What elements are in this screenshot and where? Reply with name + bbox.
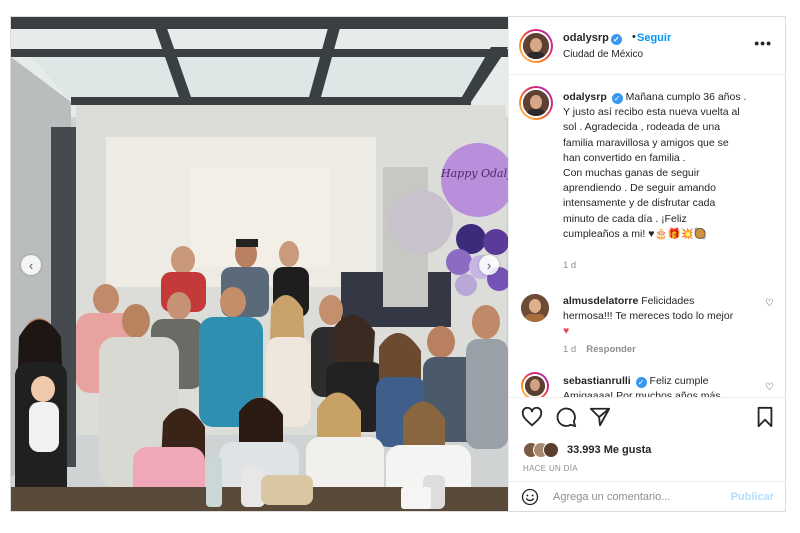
add-comment-bar: Publicar [509,481,786,511]
post-location[interactable]: Ciudad de México [563,49,643,60]
caption-line: intensamente y de disfrutar cada [563,197,716,210]
emoji-icon[interactable] [521,488,539,506]
liker-avatar [543,442,559,458]
avatar-image [523,33,549,59]
publish-button[interactable]: Publicar [731,491,774,503]
caption-line: familia maravillosa y amigos que se [563,136,729,149]
follow-button[interactable]: Seguir [637,32,671,44]
comment-meta: 1 d Responder [563,344,636,355]
bookmark-icon[interactable] [754,406,776,428]
caption-line: Con muchas ganas de seguir [563,167,700,180]
avatar-image [523,90,549,116]
author-username-text[interactable]: odalysrp [563,32,609,44]
comment-line: Feliz cumple [649,375,709,387]
share-icon[interactable] [589,406,611,428]
author-username[interactable]: odalysrp ✓ [563,32,622,45]
heart-icon[interactable] [521,406,543,428]
comment-line: Amigaaaa! Por muchos años más [563,390,721,397]
comment-item: almusdelatorre Felicidades hermosa!!! Te… [563,294,759,339]
verified-badge-icon: ✓ [635,377,647,388]
more-options-icon[interactable]: ••• [754,35,772,51]
comment-icon[interactable] [555,406,577,428]
post-header: odalysrp ✓ • Seguir Ciudad de México ••• [509,17,786,75]
caption-line: han convertido en familia . [563,151,686,164]
caption-line: Mañana cumplo 36 años . [625,91,747,103]
comment-like-heart-icon[interactable]: ♡ [765,298,774,309]
caption-line: Y justo así recibo esta nueva vuelta al [563,106,740,119]
caption-line: aprendiendo . De seguir amando [563,182,716,195]
family-photo-illustration: Happy Odalys [11,17,508,511]
comment-username[interactable]: sebastianrulli [563,375,631,387]
caption-username[interactable]: odalysrp [563,91,607,103]
commenter-avatar[interactable] [521,372,549,397]
caption-timestamp: 1 d [563,260,576,271]
post-side-panel: odalysrp ✓ • Seguir Ciudad de México ••• … [508,17,786,511]
caption-line: cumpleaños a mi! ♥🎂🎁💥🥘 [563,227,707,240]
avatar-image [525,376,545,396]
caption-line: sol . Agradecida , rodeada de una [563,121,721,134]
comment-item: sebastianrulli ✓ Feliz cumple Amigaaaa! … [563,374,759,397]
avatar-image [521,294,549,322]
caption-line: minuto de cada día . ¡Feliz [563,212,687,225]
post-time-ago: HACE UN DÍA [523,464,578,473]
commenter-avatar[interactable] [521,294,549,322]
likes-count[interactable]: 33.993 Me gusta [567,444,651,456]
comment-line: hermosa!!! Te mereces todo lo mejor [563,310,734,322]
comment-line: ♥ [563,325,570,337]
balloon-text: Happy Odalys [440,167,508,180]
comments-section[interactable]: odalysrp ✓ Mañana cumplo 36 años . Y jus… [509,76,786,397]
verified-badge-icon: ✓ [611,93,623,104]
caption-time: 1 d [563,260,577,271]
post-photo[interactable]: Happy Odalys [11,17,508,511]
separator-dot: • [632,31,636,43]
comment-line: Felicidades [641,295,695,307]
chevron-left-icon[interactable]: ‹ [21,255,41,275]
caption-avatar[interactable] [519,86,553,120]
post-modal: Happy Odalys [10,16,786,512]
post-caption: odalysrp ✓ Mañana cumplo 36 años . Y jus… [563,90,773,242]
comment-time: 1 d [563,344,577,355]
author-avatar[interactable] [519,29,553,63]
comment-username[interactable]: almusdelatorre [563,295,638,307]
verified-badge-icon: ✓ [610,34,622,45]
comment-input[interactable] [553,488,723,506]
reply-button[interactable]: Responder [586,344,636,355]
comment-like-heart-icon[interactable]: ♡ [765,382,774,393]
chevron-right-icon[interactable]: › [479,255,499,275]
post-actions: 33.993 Me gusta HACE UN DÍA [509,397,786,481]
